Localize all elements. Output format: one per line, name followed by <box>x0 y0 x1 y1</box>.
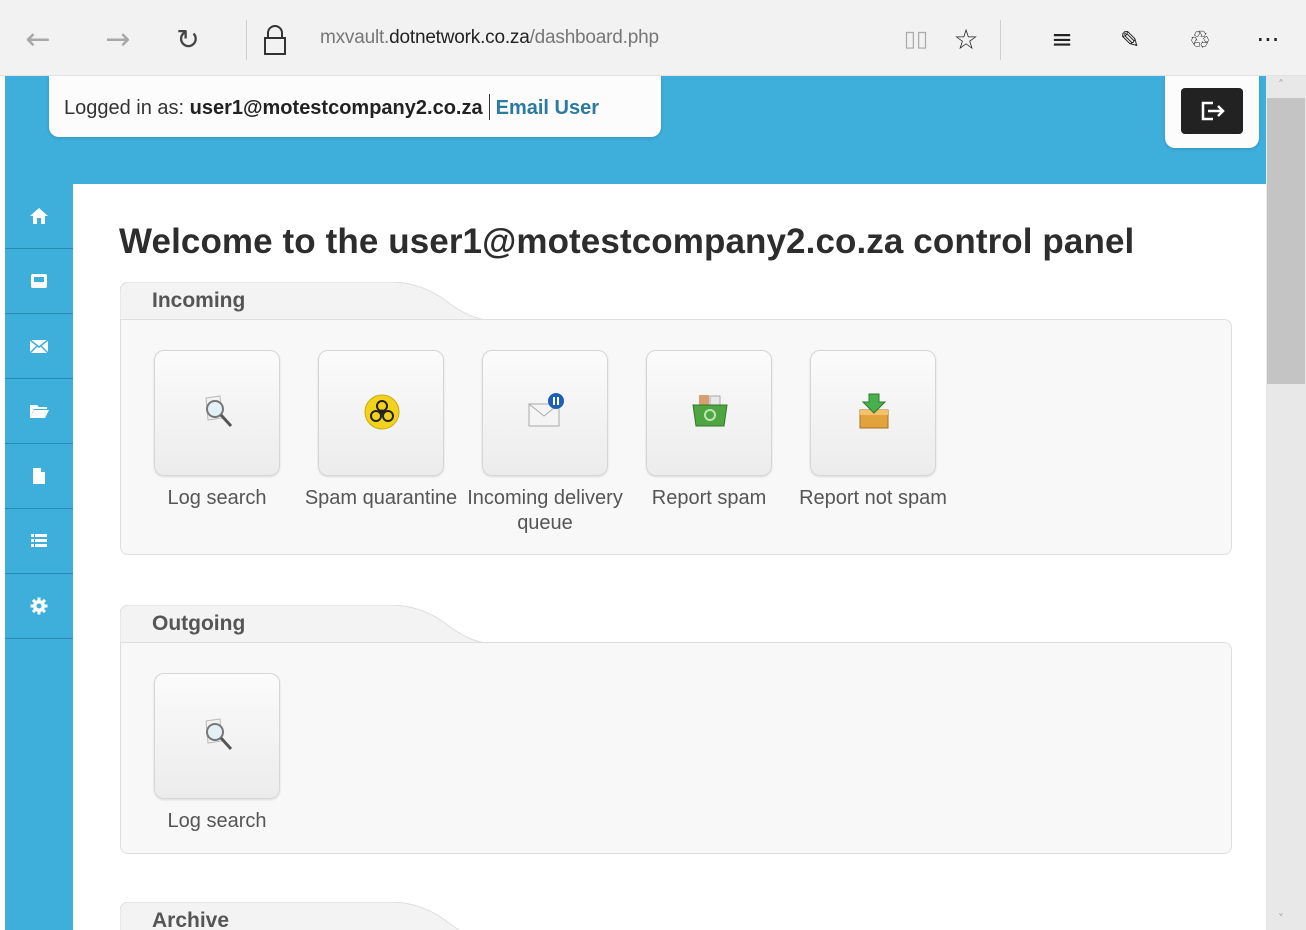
tile-label: Report not spam <box>799 487 947 509</box>
logged-in-label: Logged in as: <box>64 97 190 119</box>
sidebar-item-list[interactable] <box>5 509 73 574</box>
section-title: Outgoing <box>152 612 246 635</box>
section-tab: Incoming <box>120 282 490 322</box>
document-icon <box>33 468 45 484</box>
folder-icon <box>30 405 49 418</box>
tile-label: Log search <box>167 487 267 509</box>
forward-icon[interactable]: → <box>100 22 136 58</box>
section-tab: Archive <box>120 902 490 930</box>
mail-pause-icon <box>528 393 564 427</box>
toolbar-divider <box>246 20 247 60</box>
report-not-spam-button[interactable] <box>810 350 936 476</box>
url-prefix: mxvault. <box>320 27 390 48</box>
more-icon[interactable]: ··· <box>1250 22 1286 58</box>
mail-icon <box>29 339 49 354</box>
scroll-down-icon[interactable]: ˅ <box>1278 912 1284 926</box>
scroll-up-icon[interactable]: ˄ <box>1278 78 1284 92</box>
section-tab: Outgoing <box>120 605 490 645</box>
refresh-icon[interactable]: ↻ <box>170 22 206 58</box>
logout-icon <box>1201 101 1225 121</box>
tile-label: Report spam <box>651 487 767 509</box>
back-icon[interactable]: ← <box>20 22 56 58</box>
sidebar-item-inbox[interactable] <box>5 249 73 314</box>
vertical-scrollbar[interactable]: ˄ ˅ <box>1266 76 1306 930</box>
section-title: Archive <box>152 909 230 930</box>
sidebar-item-home[interactable] <box>5 184 73 249</box>
logout-panel <box>1165 76 1259 148</box>
logout-button[interactable] <box>1181 88 1243 134</box>
list-icon <box>31 534 47 547</box>
scroll-thumb[interactable] <box>1267 98 1305 384</box>
sidebar-item-mail[interactable] <box>5 314 73 379</box>
tile-label: Spam quarantine <box>304 487 458 509</box>
section-panel: Log search Spam quarantine Incoming deli… <box>120 319 1232 555</box>
inbox-icon <box>31 274 47 288</box>
inbox-arrow-icon <box>859 393 889 429</box>
sidebar <box>5 184 73 930</box>
sidebar-item-folder[interactable] <box>5 379 73 444</box>
magnifier-icon <box>205 718 233 751</box>
favorite-star-icon[interactable]: ☆ <box>948 22 984 58</box>
share-icon[interactable]: ♲ <box>1182 22 1218 58</box>
tile-label: Log search <box>167 810 267 832</box>
address-bar[interactable]: mxvault.dotnetwork.co.za/dashboard.php <box>320 27 659 49</box>
lock-icon <box>264 25 286 55</box>
divider <box>488 94 490 120</box>
home-icon <box>30 208 48 224</box>
web-note-icon[interactable]: ✎ <box>1112 22 1148 58</box>
sidebar-item-document[interactable] <box>5 444 73 509</box>
sidebar-item-settings[interactable] <box>5 574 73 639</box>
page-viewport: Logged in as: user1@motestcompany2.co.za… <box>0 76 1306 930</box>
section-panel: Log search <box>120 642 1232 854</box>
log-search-button[interactable] <box>154 350 280 476</box>
report-spam-button[interactable] <box>646 350 772 476</box>
reading-view-icon[interactable]: ▯▯ <box>898 22 934 58</box>
toolbar-divider <box>1000 20 1001 60</box>
spam-box-icon <box>692 395 728 427</box>
magnifier-icon <box>205 395 233 428</box>
log-search-button[interactable] <box>154 673 280 799</box>
logged-in-user: user1@motestcompany2.co.za <box>189 97 483 119</box>
login-status: Logged in as: user1@motestcompany2.co.za… <box>49 76 661 137</box>
biohazard-icon <box>364 394 400 430</box>
incoming-delivery-queue-button[interactable] <box>482 350 608 476</box>
email-user-link[interactable]: Email User <box>496 97 599 119</box>
url-domain: dotnetwork.co.za <box>389 27 530 48</box>
tile-label: Incoming delivery queue <box>467 487 623 534</box>
page-title: Welcome to the user1@motestcompany2.co.z… <box>119 222 1135 261</box>
main-content: Welcome to the user1@motestcompany2.co.z… <box>73 184 1266 930</box>
hub-icon[interactable]: ≡ <box>1044 22 1080 58</box>
url-path: /dashboard.php <box>529 27 659 48</box>
spam-quarantine-button[interactable] <box>318 350 444 476</box>
section-title: Incoming <box>152 289 246 312</box>
browser-toolbar: ← → ↻ mxvault.dotnetwork.co.za/dashboard… <box>0 0 1306 76</box>
settings-icon <box>30 597 48 615</box>
